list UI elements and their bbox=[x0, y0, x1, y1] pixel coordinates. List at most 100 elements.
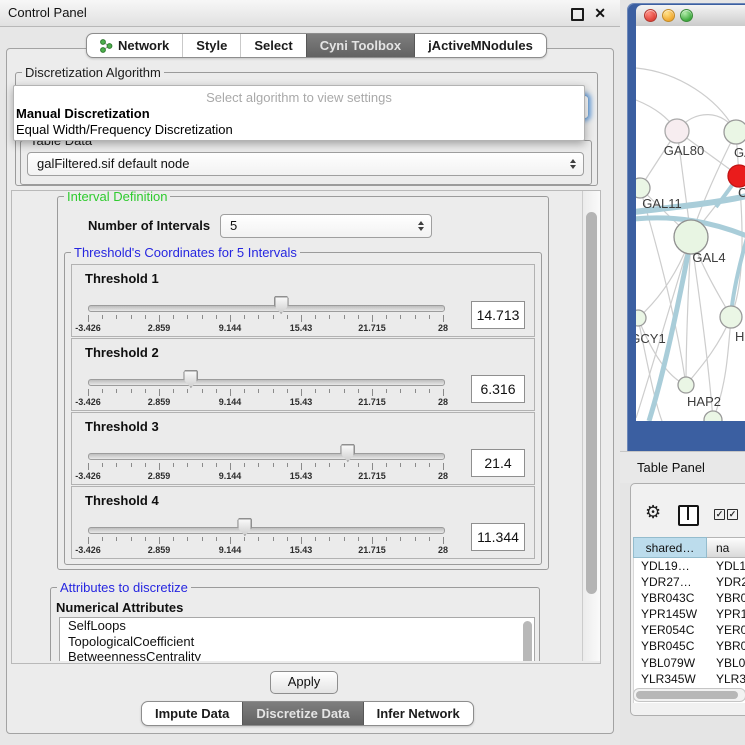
table-cell-shared-name[interactable]: YLR345W bbox=[633, 671, 707, 687]
gal11-node[interactable] bbox=[636, 178, 650, 198]
tick-mark bbox=[173, 537, 174, 541]
dropdown-item-manual-discretization[interactable]: Manual Discretization bbox=[14, 106, 584, 122]
tab-infer-network[interactable]: Infer Network bbox=[363, 702, 473, 725]
table-cell-shared-name[interactable]: YBL079W bbox=[633, 655, 707, 671]
table-cell-shared-name[interactable]: YDL19… bbox=[633, 558, 707, 574]
bottom-tab-bar: Impute Data Discretize Data Infer Networ… bbox=[141, 701, 474, 726]
checkbox-icon[interactable]: ✓ bbox=[714, 509, 725, 520]
tick-mark bbox=[159, 463, 160, 470]
threshold-2-value-field[interactable] bbox=[471, 375, 525, 403]
column-layout-icon[interactable] bbox=[678, 505, 699, 526]
column-header-name[interactable]: na bbox=[707, 537, 745, 558]
table-cell-shared-name[interactable]: YER054C bbox=[633, 622, 707, 638]
tick-mark bbox=[329, 389, 330, 393]
table-cell-name[interactable]: YLR3 bbox=[707, 671, 745, 687]
algorithm-dropdown-popup: Select algorithm to view settings Manual… bbox=[13, 85, 585, 141]
tab-discretize-data[interactable]: Discretize Data bbox=[242, 702, 362, 725]
threshold-1-slider-track[interactable] bbox=[88, 305, 445, 312]
network-window-titlebar[interactable] bbox=[636, 5, 745, 27]
tick-label: 28 bbox=[438, 545, 448, 555]
table-cell-name[interactable]: YDL1 bbox=[707, 558, 745, 574]
tick-mark bbox=[116, 537, 117, 541]
tab-impute-data[interactable]: Impute Data bbox=[142, 702, 242, 725]
table-cell-name[interactable]: YBL0 bbox=[707, 655, 745, 671]
table-data-combobox[interactable]: galFiltered.sif default node bbox=[27, 152, 584, 176]
close-icon[interactable]: ✕ bbox=[594, 4, 606, 22]
table-cell-shared-name[interactable]: YPR145W bbox=[633, 606, 707, 622]
settings-vertical-scrollbar[interactable] bbox=[582, 191, 600, 661]
tab-network[interactable]: Network bbox=[87, 34, 182, 57]
tick-mark bbox=[358, 315, 359, 319]
tick-mark bbox=[273, 389, 274, 393]
tick-mark bbox=[429, 537, 430, 541]
gal4-node[interactable] bbox=[674, 220, 708, 254]
tick-mark bbox=[415, 537, 416, 541]
tick-label: 21.715 bbox=[358, 471, 386, 481]
attribute-list-item[interactable]: TopologicalCoefficient bbox=[60, 634, 534, 650]
node-label: GAL80 bbox=[664, 143, 704, 158]
tab-cyni-toolbox[interactable]: Cyni Toolbox bbox=[306, 34, 414, 57]
table-cell-name[interactable]: YBR0 bbox=[707, 638, 745, 654]
attribute-list-item[interactable]: SelfLoops bbox=[60, 618, 534, 634]
table-cell-name[interactable]: YPR1 bbox=[707, 606, 745, 622]
tick-label: 9.144 bbox=[219, 471, 242, 481]
attribute-list-item[interactable]: BetweennessCentrality bbox=[60, 649, 534, 661]
scrollbar-thumb[interactable] bbox=[586, 212, 597, 594]
column-header-shared[interactable]: shared… bbox=[633, 537, 707, 558]
threshold-1-value-field[interactable] bbox=[471, 301, 525, 329]
threshold-3-value-field[interactable] bbox=[471, 449, 525, 477]
network-thick-edge[interactable] bbox=[731, 238, 745, 315]
dropdown-item-equal-width-frequency[interactable]: Equal Width/Frequency Discretization bbox=[14, 122, 584, 138]
tick-label: 2.859 bbox=[148, 471, 171, 481]
tick-mark bbox=[131, 537, 132, 541]
pink-node[interactable] bbox=[665, 119, 689, 143]
threshold-2-slider-track[interactable] bbox=[88, 379, 445, 386]
bottom-node[interactable] bbox=[704, 411, 722, 421]
table-horizontal-scrollbar[interactable] bbox=[633, 688, 745, 702]
minimize-traffic-light-icon[interactable] bbox=[662, 9, 675, 22]
table-cell-name[interactable]: YDR2 bbox=[707, 574, 745, 590]
tick-mark bbox=[216, 463, 217, 467]
tab-style[interactable]: Style bbox=[182, 34, 240, 57]
tab-select[interactable]: Select bbox=[240, 34, 305, 57]
tick-mark bbox=[102, 315, 103, 319]
table-cell-shared-name[interactable]: YBR045C bbox=[633, 638, 707, 654]
table-cell-shared-name[interactable]: YDR27… bbox=[633, 574, 707, 590]
apply-button[interactable]: Apply bbox=[270, 671, 338, 694]
tab-jactivemnodules[interactable]: jActiveMNodules bbox=[414, 34, 546, 57]
number-of-intervals-label: Number of Intervals bbox=[88, 218, 210, 233]
tick-mark bbox=[216, 315, 217, 319]
h-node[interactable] bbox=[720, 306, 742, 328]
node-label: HAP2 bbox=[687, 394, 721, 409]
threshold-4-value-field[interactable] bbox=[471, 523, 525, 551]
slider-tick-labels: -3.4262.8599.14415.4321.71528 bbox=[88, 471, 443, 482]
table-cell-name[interactable]: YBR0 bbox=[707, 590, 745, 606]
float-window-icon[interactable] bbox=[571, 8, 584, 21]
network-graph: GAL80GACGAL11GAL4GCY1HHAP2 bbox=[636, 26, 745, 421]
network-canvas[interactable]: GAL80GACGAL11GAL4GCY1HHAP2 bbox=[636, 26, 745, 421]
close-traffic-light-icon[interactable] bbox=[644, 9, 657, 22]
table-cell-name[interactable]: YER0 bbox=[707, 622, 745, 638]
gear-icon[interactable]: ⚙ bbox=[645, 502, 661, 522]
zoom-traffic-light-icon[interactable] bbox=[680, 9, 693, 22]
tick-mark bbox=[386, 389, 387, 393]
attributes-group-label: Attributes to discretize bbox=[57, 581, 191, 594]
checkbox-icon[interactable]: ✓ bbox=[727, 509, 738, 520]
tick-mark bbox=[287, 315, 288, 319]
hap2-node[interactable] bbox=[678, 377, 694, 393]
scrollbar-thumb[interactable] bbox=[636, 691, 738, 699]
tick-mark bbox=[429, 389, 430, 393]
tick-mark bbox=[415, 463, 416, 467]
number-of-intervals-combobox[interactable]: 5 bbox=[220, 214, 432, 238]
tick-mark bbox=[131, 463, 132, 467]
gcy1-node[interactable] bbox=[636, 310, 646, 326]
threshold-3-slider-track[interactable] bbox=[88, 453, 445, 460]
tick-mark bbox=[131, 389, 132, 393]
table-cell-shared-name[interactable]: YBR043C bbox=[633, 590, 707, 606]
red-node[interactable] bbox=[728, 165, 745, 187]
green-node-top[interactable] bbox=[724, 120, 745, 144]
threshold-4-slider-track[interactable] bbox=[88, 527, 445, 534]
list-scrollbar-thumb[interactable] bbox=[523, 621, 532, 661]
tick-mark bbox=[102, 389, 103, 393]
tick-mark bbox=[173, 389, 174, 393]
